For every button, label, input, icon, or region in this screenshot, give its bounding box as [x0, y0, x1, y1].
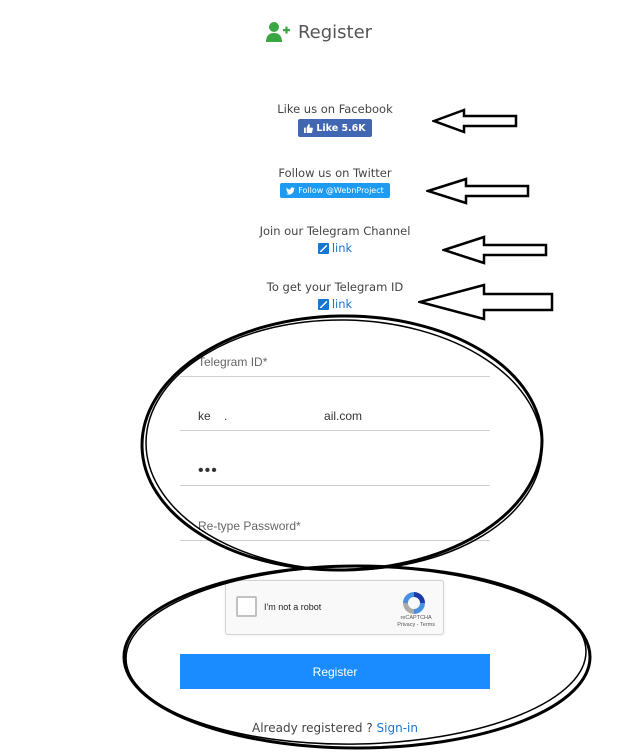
external-link-icon [317, 242, 329, 254]
external-link-icon [317, 298, 329, 310]
recaptcha-label: I'm not a robot [264, 602, 322, 612]
recaptcha-widget: I'm not a robot reCAPTCHA Privacy - Term… [225, 580, 444, 635]
facebook-section: Like us on Facebook Like 5.6K [0, 102, 638, 137]
sign-in-prompt-text: Already registered ? [252, 721, 377, 735]
recaptcha-brand: reCAPTCHA Privacy - Terms [397, 615, 435, 629]
annotation-arrow-icon [432, 108, 518, 134]
facebook-caption: Like us on Facebook [277, 102, 393, 116]
annotation-arrow-icon [426, 177, 530, 205]
recaptcha-checkbox[interactable] [236, 596, 257, 617]
password-input[interactable] [180, 456, 490, 486]
telegram-id-link-label: link [331, 297, 353, 311]
annotation-arrow-icon [418, 283, 554, 321]
twitter-section: Follow us on Twitter Follow @WebnProject [0, 166, 638, 198]
recaptcha-logo-icon [403, 592, 425, 614]
twitter-bird-icon [286, 186, 296, 195]
twitter-follow-label: Follow @WebnProject [298, 186, 384, 195]
facebook-like-button[interactable]: Like 5.6K [298, 119, 372, 137]
thumbs-up-icon [304, 123, 314, 133]
retype-password-input[interactable] [180, 511, 490, 541]
email-input[interactable] [180, 401, 490, 431]
telegram-id-link[interactable]: link [317, 297, 353, 311]
sign-in-link[interactable]: Sign-in [377, 721, 418, 735]
annotation-arrow-icon [442, 235, 548, 265]
recaptcha-links[interactable]: Privacy - Terms [397, 622, 435, 629]
recaptcha-brand-name: reCAPTCHA [400, 615, 432, 621]
telegram-id-input[interactable] [180, 347, 490, 377]
telegram-channel-link[interactable]: link [317, 241, 353, 255]
twitter-follow-button[interactable]: Follow @WebnProject [280, 183, 390, 198]
register-page: Register Like us on Facebook Like 5.6K F… [0, 0, 638, 753]
user-plus-icon [265, 22, 290, 42]
sign-in-prompt: Already registered ? Sign-in [0, 721, 638, 735]
page-title: Register [297, 21, 373, 43]
facebook-like-label: Like 5.6K [316, 122, 366, 134]
telegram-channel-link-label: link [331, 241, 353, 255]
page-header: Register [0, 19, 638, 45]
register-button[interactable]: Register [180, 654, 490, 689]
twitter-caption: Follow us on Twitter [278, 166, 392, 180]
